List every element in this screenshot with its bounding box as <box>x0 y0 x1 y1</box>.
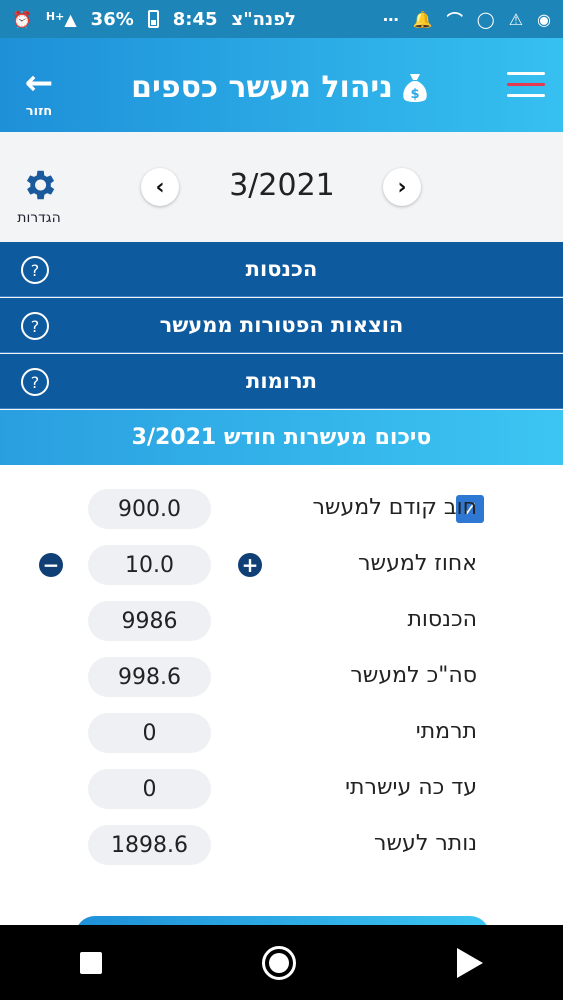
summary-content: ✓ חוב קודם למעשר 900.0 אחוז למעשר 10.0 +… <box>0 465 563 925</box>
network-icon: H+▲ <box>45 9 77 29</box>
page-title: $ ניהול מעשר כספים <box>110 70 450 105</box>
recents-icon[interactable] <box>80 951 103 974</box>
row-label: תרמתי <box>415 719 477 744</box>
section-donations[interactable]: ? תרומות <box>0 354 563 409</box>
section-income[interactable]: ? הכנסות <box>0 242 563 297</box>
plus-icon[interactable]: + <box>238 553 262 577</box>
row-label: עד כה עישרתי <box>345 775 477 800</box>
row-label: הכנסות <box>407 607 477 632</box>
next-month-button[interactable]: › <box>383 168 421 206</box>
summary-row-tithed-so-far: עד כה עישרתי 0 <box>0 769 563 813</box>
hotspot-icon: ◉ <box>537 9 551 29</box>
summary-row-percent: אחוז למעשר 10.0 + − <box>0 545 563 589</box>
row-value: 998.6 <box>88 657 211 697</box>
help-icon[interactable]: ? <box>21 256 49 284</box>
chevron-left-icon: ‹ <box>155 174 165 200</box>
row-label: אחוז למעשר <box>358 551 477 576</box>
row-value: 0 <box>88 713 211 753</box>
battery-percent: 36% <box>90 8 134 30</box>
month-navigation: הגדרות ‹ 3/2021 › <box>0 132 563 242</box>
system-nav-bar <box>0 925 563 1000</box>
section-exempt-expenses[interactable]: ? הוצאות הפטורות ממעשר <box>0 298 563 353</box>
bell-icon: 🔔 <box>412 9 433 29</box>
whatsapp-icon: ◯ <box>476 9 495 29</box>
menu-line-accent <box>507 83 545 86</box>
settings-label: הגדרות <box>17 210 61 226</box>
more-icon: ⋯ <box>382 9 399 29</box>
app-bar: ← חזור $ ניהול מעשר כספים <box>0 38 563 132</box>
summary-header: סיכום מעשרות חודש 3/2021 <box>0 410 563 465</box>
network-type: H+ <box>45 9 65 23</box>
status-bar: לפנה"צ 8:45 36% H+▲ ⏰ ⋯ 🔔 ⌒ ◯ ⚠ ◉ <box>0 0 563 38</box>
settings-button[interactable]: הגדרות <box>8 166 70 226</box>
home-icon[interactable] <box>262 945 297 980</box>
minus-icon[interactable]: − <box>39 553 63 577</box>
menu-line <box>507 94 545 97</box>
summary-row-income: הכנסות 9986 <box>0 601 563 645</box>
back-label: חזור <box>25 104 53 119</box>
clock: 8:45 <box>172 8 218 30</box>
section-label: הוצאות הפטורות ממעשר <box>159 313 404 337</box>
arrow-left-icon: ← <box>24 63 54 103</box>
row-value: 9986 <box>88 601 211 641</box>
row-label: חוב קודם למעשר <box>312 495 477 520</box>
summary-row-previous-debt: חוב קודם למעשר 900.0 <box>0 489 563 533</box>
svg-text:$: $ <box>410 87 419 102</box>
menu-line <box>507 72 545 75</box>
summary-row-remaining: נותר לעשר 1898.6 <box>0 825 563 869</box>
prev-month-button[interactable]: ‹ <box>141 168 179 206</box>
percent-input[interactable]: 10.0 <box>88 545 211 585</box>
money-bag-icon: $ <box>401 72 429 104</box>
back-button[interactable]: ← חזור <box>14 66 64 119</box>
row-label: נותר לעשר <box>374 831 477 856</box>
row-value: 0 <box>88 769 211 809</box>
battery-icon <box>147 10 159 28</box>
voicemail-icon: ⌒ <box>446 11 463 30</box>
chevron-right-icon: › <box>397 174 407 200</box>
current-month: 3/2021 <box>229 168 335 203</box>
row-label: סה"כ למעשר <box>350 663 477 688</box>
back-triangle-icon[interactable] <box>456 947 483 978</box>
status-left: לפנה"צ 8:45 36% H+▲ ⏰ <box>12 9 296 30</box>
help-icon[interactable]: ? <box>21 312 49 340</box>
section-label: תרומות <box>246 369 317 393</box>
row-value[interactable]: 900.0 <box>88 489 211 529</box>
alarm-icon: ⏰ <box>12 9 32 29</box>
gear-icon <box>26 170 55 200</box>
status-right: ⋯ 🔔 ⌒ ◯ ⚠ ◉ <box>383 7 551 31</box>
help-icon[interactable]: ? <box>21 368 49 396</box>
app-title-text: ניהול מעשר כספים <box>131 70 393 105</box>
carrier-label: לפנה"צ <box>231 8 296 30</box>
menu-button[interactable] <box>507 72 545 98</box>
summary-row-donated: תרמתי 0 <box>0 713 563 757</box>
summary-row-total-tithe: סה"כ למעשר 998.6 <box>0 657 563 701</box>
summary-title: סיכום מעשרות חודש 3/2021 <box>131 425 432 450</box>
section-label: הכנסות <box>245 257 318 281</box>
warning-icon: ⚠ <box>508 9 524 29</box>
row-value: 1898.6 <box>88 825 211 865</box>
